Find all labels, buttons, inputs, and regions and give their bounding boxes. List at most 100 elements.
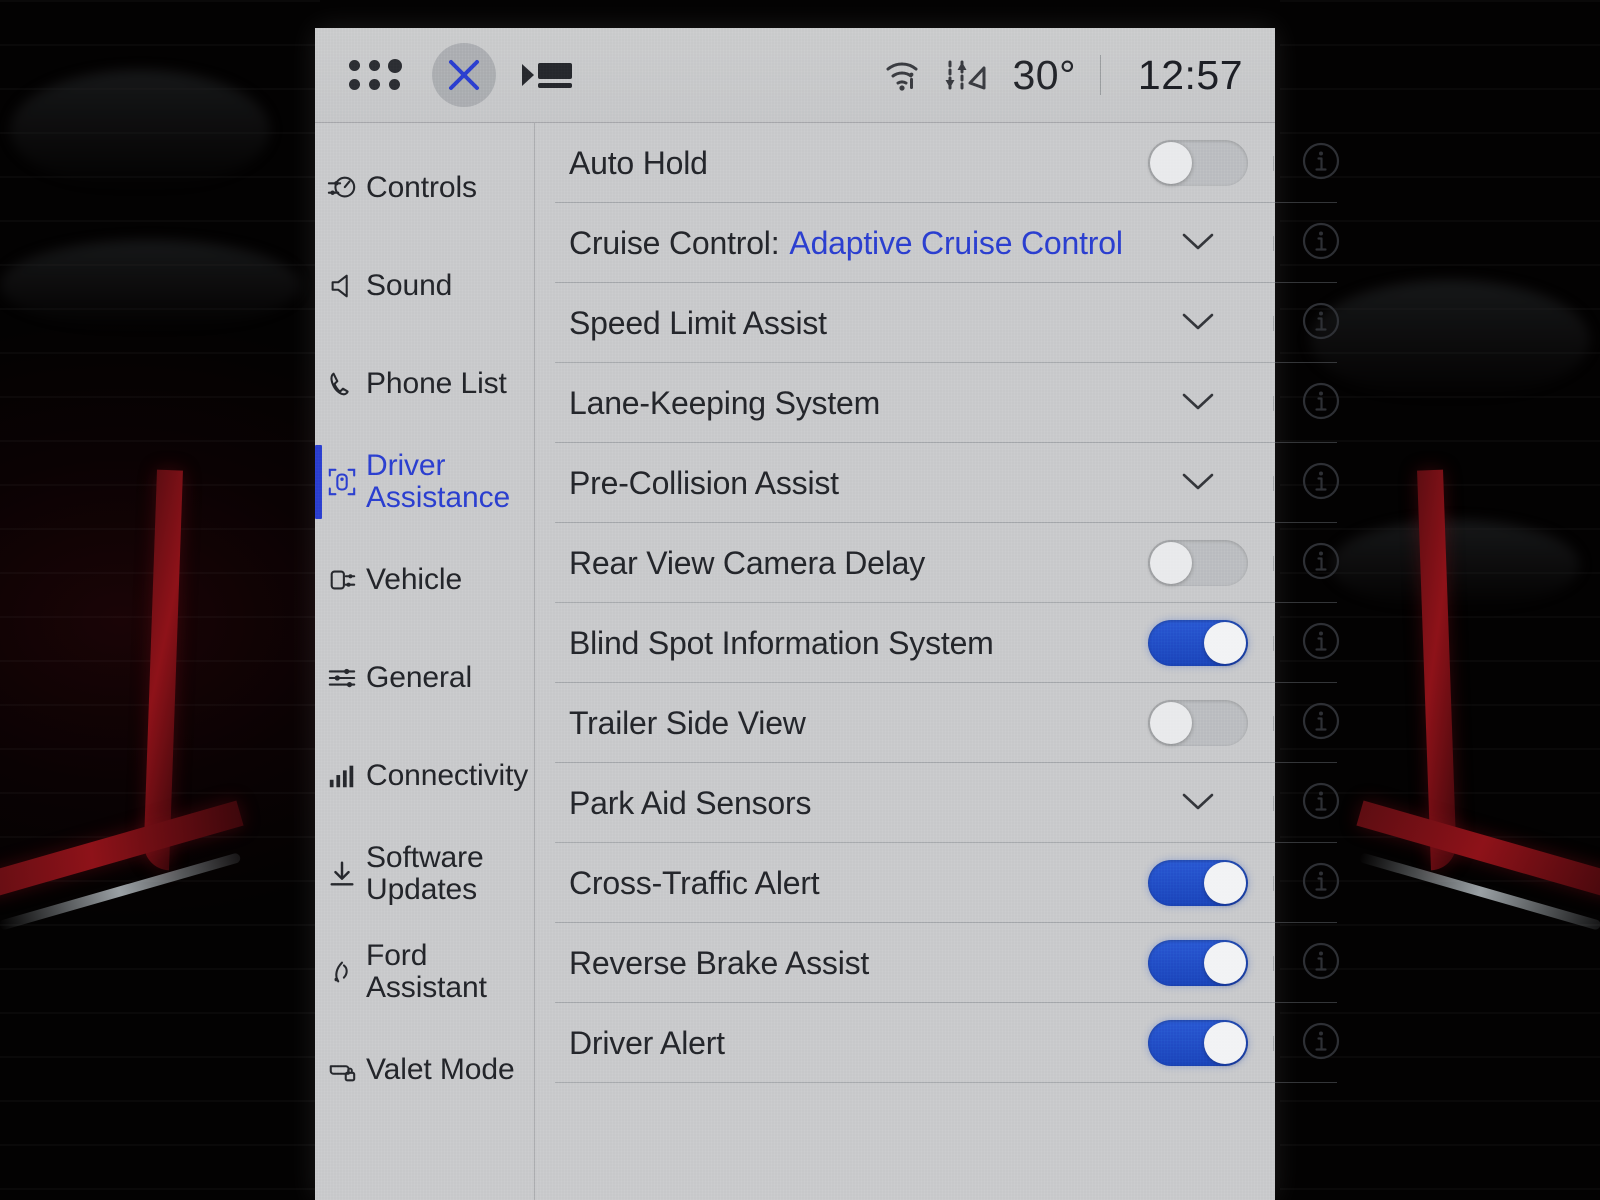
toggle-switch[interactable] bbox=[1147, 700, 1248, 746]
sidebar-item-label: Vehicle bbox=[366, 562, 463, 596]
valet-lock-icon bbox=[327, 1055, 357, 1085]
sidebar-item-label: Ford Assistant bbox=[366, 938, 487, 1004]
toggle-knob bbox=[1203, 942, 1246, 984]
toggle-knob bbox=[1149, 542, 1192, 584]
info-icon[interactable] bbox=[1300, 860, 1342, 907]
info-icon[interactable] bbox=[1300, 1020, 1342, 1067]
status-bar: 30° 12:57 bbox=[315, 28, 1275, 123]
controls-icon bbox=[327, 173, 357, 203]
chevron-cell bbox=[1123, 787, 1273, 820]
chevron-down-icon[interactable] bbox=[1176, 227, 1220, 260]
info-icon[interactable] bbox=[1300, 220, 1342, 267]
info-icon[interactable] bbox=[1300, 380, 1342, 427]
setting-label: Rear View Camera Delay bbox=[569, 544, 926, 581]
setting-row[interactable]: Cross-Traffic Alert bbox=[535, 843, 1369, 923]
toggle-switch[interactable] bbox=[1147, 940, 1248, 986]
toggle-cell bbox=[1123, 620, 1273, 666]
toggle-cell bbox=[1123, 140, 1273, 186]
setting-row[interactable]: Reverse Brake Assist bbox=[535, 923, 1369, 1003]
setting-row[interactable]: Driver Alert bbox=[535, 1003, 1369, 1083]
sidebar-item-valet-mode[interactable]: Valet Mode bbox=[315, 1021, 534, 1119]
download-icon bbox=[327, 859, 357, 889]
sliders-icon bbox=[327, 663, 357, 693]
phone-icon bbox=[327, 369, 357, 399]
info-icon[interactable] bbox=[1300, 140, 1342, 187]
toggle-switch[interactable] bbox=[1147, 1020, 1248, 1066]
info-cell bbox=[1272, 1020, 1369, 1067]
toggle-switch[interactable] bbox=[1147, 620, 1248, 666]
sidebar-item-connectivity[interactable]: Connectivity bbox=[315, 727, 534, 825]
toggle-knob bbox=[1149, 702, 1192, 744]
setting-row[interactable]: Rear View Camera Delay bbox=[535, 523, 1369, 603]
info-cell bbox=[1272, 220, 1369, 267]
wifi-icon bbox=[884, 57, 924, 93]
setting-row[interactable]: Cruise Control: Adaptive Cruise Control bbox=[535, 203, 1369, 283]
close-x-icon[interactable] bbox=[432, 43, 496, 107]
chevron-cell bbox=[1123, 467, 1273, 500]
info-cell bbox=[1272, 380, 1369, 427]
setting-row[interactable]: Pre-Collision Assist bbox=[535, 443, 1369, 523]
toggle-cell bbox=[1123, 540, 1273, 586]
setting-row[interactable]: Lane-Keeping System bbox=[535, 363, 1369, 443]
chevron-down-icon[interactable] bbox=[1176, 787, 1220, 820]
sidebar-item-label: Phone List bbox=[366, 366, 507, 400]
toggle-cell bbox=[1123, 940, 1273, 986]
sidebar-item-phone-list[interactable]: Phone List bbox=[315, 335, 534, 433]
list-bottom-padding bbox=[535, 1083, 1369, 1200]
sidebar-item-vehicle[interactable]: Vehicle bbox=[315, 531, 534, 629]
info-icon[interactable] bbox=[1300, 700, 1342, 747]
setting-row[interactable]: Speed Limit Assist bbox=[535, 283, 1369, 363]
driver-assistance-icon bbox=[327, 467, 357, 497]
infotainment-screen: 30° 12:57 Controls Sound Phone List Driver … bbox=[315, 28, 1339, 1200]
sidebar-item-label: Connectivity bbox=[366, 758, 529, 792]
toggle-switch[interactable] bbox=[1147, 140, 1248, 186]
media-display-icon[interactable] bbox=[520, 58, 574, 92]
info-icon[interactable] bbox=[1300, 620, 1342, 667]
sidebar-item-label: Driver Assistance bbox=[366, 448, 511, 514]
sidebar-item-driver-assistance[interactable]: Driver Assistance bbox=[315, 433, 534, 531]
sidebar-item-label: Software Updates bbox=[366, 840, 484, 906]
toggle-knob bbox=[1203, 622, 1246, 664]
chevron-cell bbox=[1123, 227, 1273, 260]
toggle-cell bbox=[1123, 860, 1273, 906]
chevron-cell bbox=[1123, 307, 1273, 340]
setting-label: Pre-Collision Assist bbox=[569, 464, 839, 501]
info-cell bbox=[1272, 940, 1369, 987]
data-transfer-icon bbox=[942, 56, 988, 94]
sidebar-item-sound[interactable]: Sound bbox=[315, 237, 534, 335]
toggle-cell bbox=[1123, 700, 1273, 746]
chevron-down-icon[interactable] bbox=[1176, 307, 1220, 340]
info-icon[interactable] bbox=[1300, 300, 1342, 347]
sidebar-item-label: Sound bbox=[366, 268, 453, 302]
toggle-knob bbox=[1203, 1022, 1246, 1064]
info-icon[interactable] bbox=[1300, 940, 1342, 987]
body-highlight-1 bbox=[10, 70, 270, 190]
sidebar-item-software-updates[interactable]: Software Updates bbox=[315, 825, 534, 923]
info-cell bbox=[1272, 300, 1369, 347]
setting-row[interactable]: Park Aid Sensors bbox=[535, 763, 1369, 843]
setting-row[interactable]: Auto Hold bbox=[535, 123, 1369, 203]
info-icon[interactable] bbox=[1300, 780, 1342, 827]
toggle-switch[interactable] bbox=[1147, 540, 1248, 586]
info-cell bbox=[1272, 140, 1369, 187]
sidebar-item-ford-assistant[interactable]: Ford Assistant bbox=[315, 923, 534, 1021]
toggle-switch[interactable] bbox=[1147, 860, 1248, 906]
setting-row[interactable]: Trailer Side View bbox=[535, 683, 1369, 763]
sidebar-item-general[interactable]: General bbox=[315, 629, 534, 727]
setting-value[interactable]: Adaptive Cruise Control bbox=[789, 225, 1123, 262]
setting-label: Auto Hold bbox=[569, 144, 708, 181]
setting-label: Cross-Traffic Alert bbox=[569, 864, 820, 901]
chevron-down-icon[interactable] bbox=[1176, 387, 1220, 420]
speaker-icon bbox=[327, 271, 357, 301]
toggle-knob bbox=[1149, 142, 1192, 184]
screenshot-root: 30° 12:57 Controls Sound Phone List Driver … bbox=[0, 0, 1600, 1200]
screen-body: Controls Sound Phone List Driver Assistance… bbox=[315, 123, 1339, 1200]
info-icon[interactable] bbox=[1300, 540, 1342, 587]
setting-row[interactable]: Blind Spot Information System bbox=[535, 603, 1369, 683]
chevron-down-icon[interactable] bbox=[1176, 467, 1220, 500]
sidebar-item-label: Valet Mode bbox=[366, 1052, 515, 1086]
info-cell bbox=[1272, 860, 1369, 907]
sidebar-item-controls[interactable]: Controls bbox=[315, 139, 534, 237]
info-icon[interactable] bbox=[1300, 460, 1342, 507]
apps-grid-icon[interactable] bbox=[341, 54, 408, 96]
